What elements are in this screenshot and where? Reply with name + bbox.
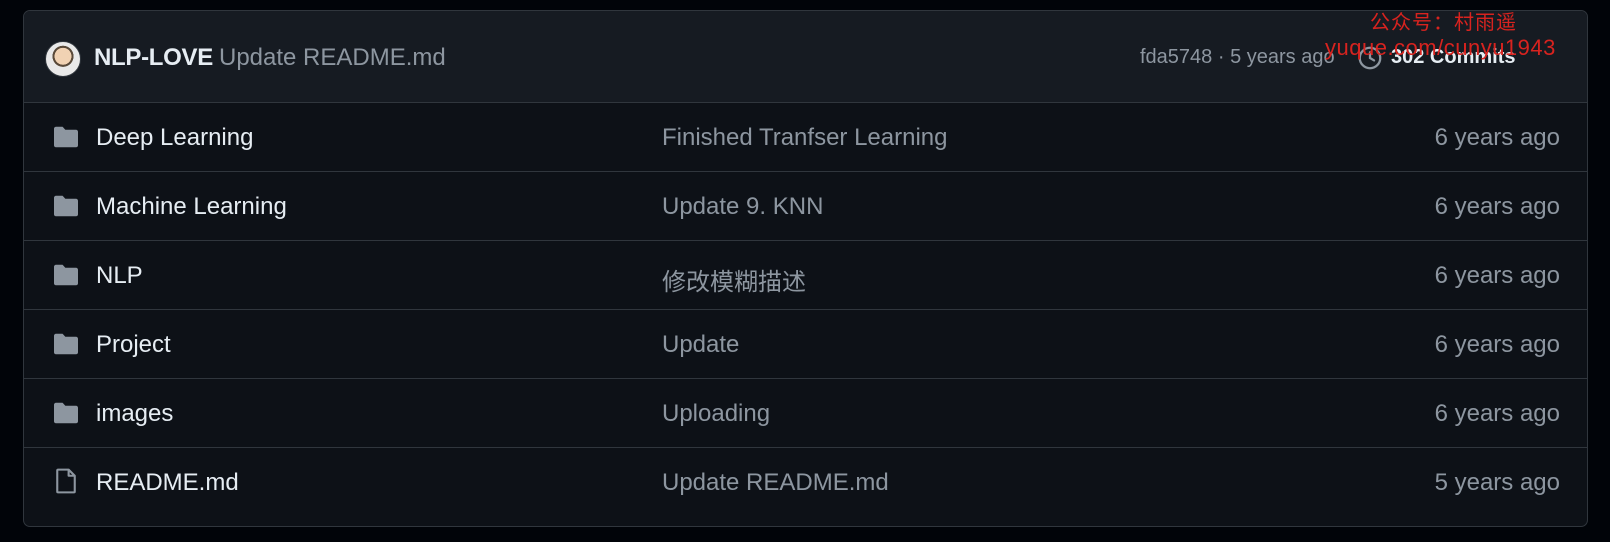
file-name-link[interactable]: Project [96,331,171,359]
file-name-link[interactable]: Deep Learning [96,124,253,152]
folder-icon [52,263,80,287]
folder-icon [52,125,80,149]
file-row[interactable]: Machine Learning Update 9. KNN 6 years ago [24,172,1587,241]
watermark-account: 公众号：村雨遥 [1370,12,1517,34]
file-commit-age: 6 years ago [1434,193,1560,220]
file-name-link[interactable]: NLP [96,262,143,290]
file-commit-age: 5 years ago [1434,469,1560,496]
file-commit-message-link[interactable]: Update [662,331,739,359]
file-commit-message-link[interactable]: Finished Tranfser Learning [662,124,948,152]
folder-icon [52,194,80,218]
file-commit-message-link[interactable]: 修改模糊描述 [662,262,806,297]
author-avatar[interactable] [45,41,81,77]
watermark-url: yuque.com/cunyu1943 [1325,35,1556,60]
folder-icon [52,401,80,425]
file-commit-message-link[interactable]: Update README.md [662,469,889,497]
file-icon [52,468,80,494]
latest-commit-message[interactable]: Update README.md [219,44,446,72]
folder-icon [52,332,80,356]
commit-author-link[interactable]: NLP-LOVE [94,44,213,72]
file-row[interactable]: Deep Learning Finished Tranfser Learning 6… [24,103,1587,172]
file-row[interactable]: README.md Update README.md 5 years ago [24,448,1587,517]
file-name-link[interactable]: images [96,400,173,428]
file-commit-age: 6 years ago [1434,124,1560,151]
file-commit-message-link[interactable]: Update 9. KNN [662,193,823,221]
file-name-link[interactable]: README.md [96,469,239,497]
file-row[interactable]: images Uploading 6 years ago [24,379,1587,448]
file-commit-age: 6 years ago [1434,262,1560,289]
file-row[interactable]: Project Update 6 years ago [24,310,1587,379]
file-name-link[interactable]: Machine Learning [96,193,287,221]
file-commit-message-link[interactable]: Uploading [662,400,770,428]
file-browser: NLP-LOVE Update README.md fda5748 · 5 ye… [23,10,1588,527]
file-row[interactable]: NLP 修改模糊描述 6 years ago [24,241,1587,310]
file-commit-age: 6 years ago [1434,400,1560,427]
file-commit-age: 6 years ago [1434,331,1560,358]
commit-hash-and-time[interactable]: fda5748 · 5 years ago [1140,46,1335,69]
